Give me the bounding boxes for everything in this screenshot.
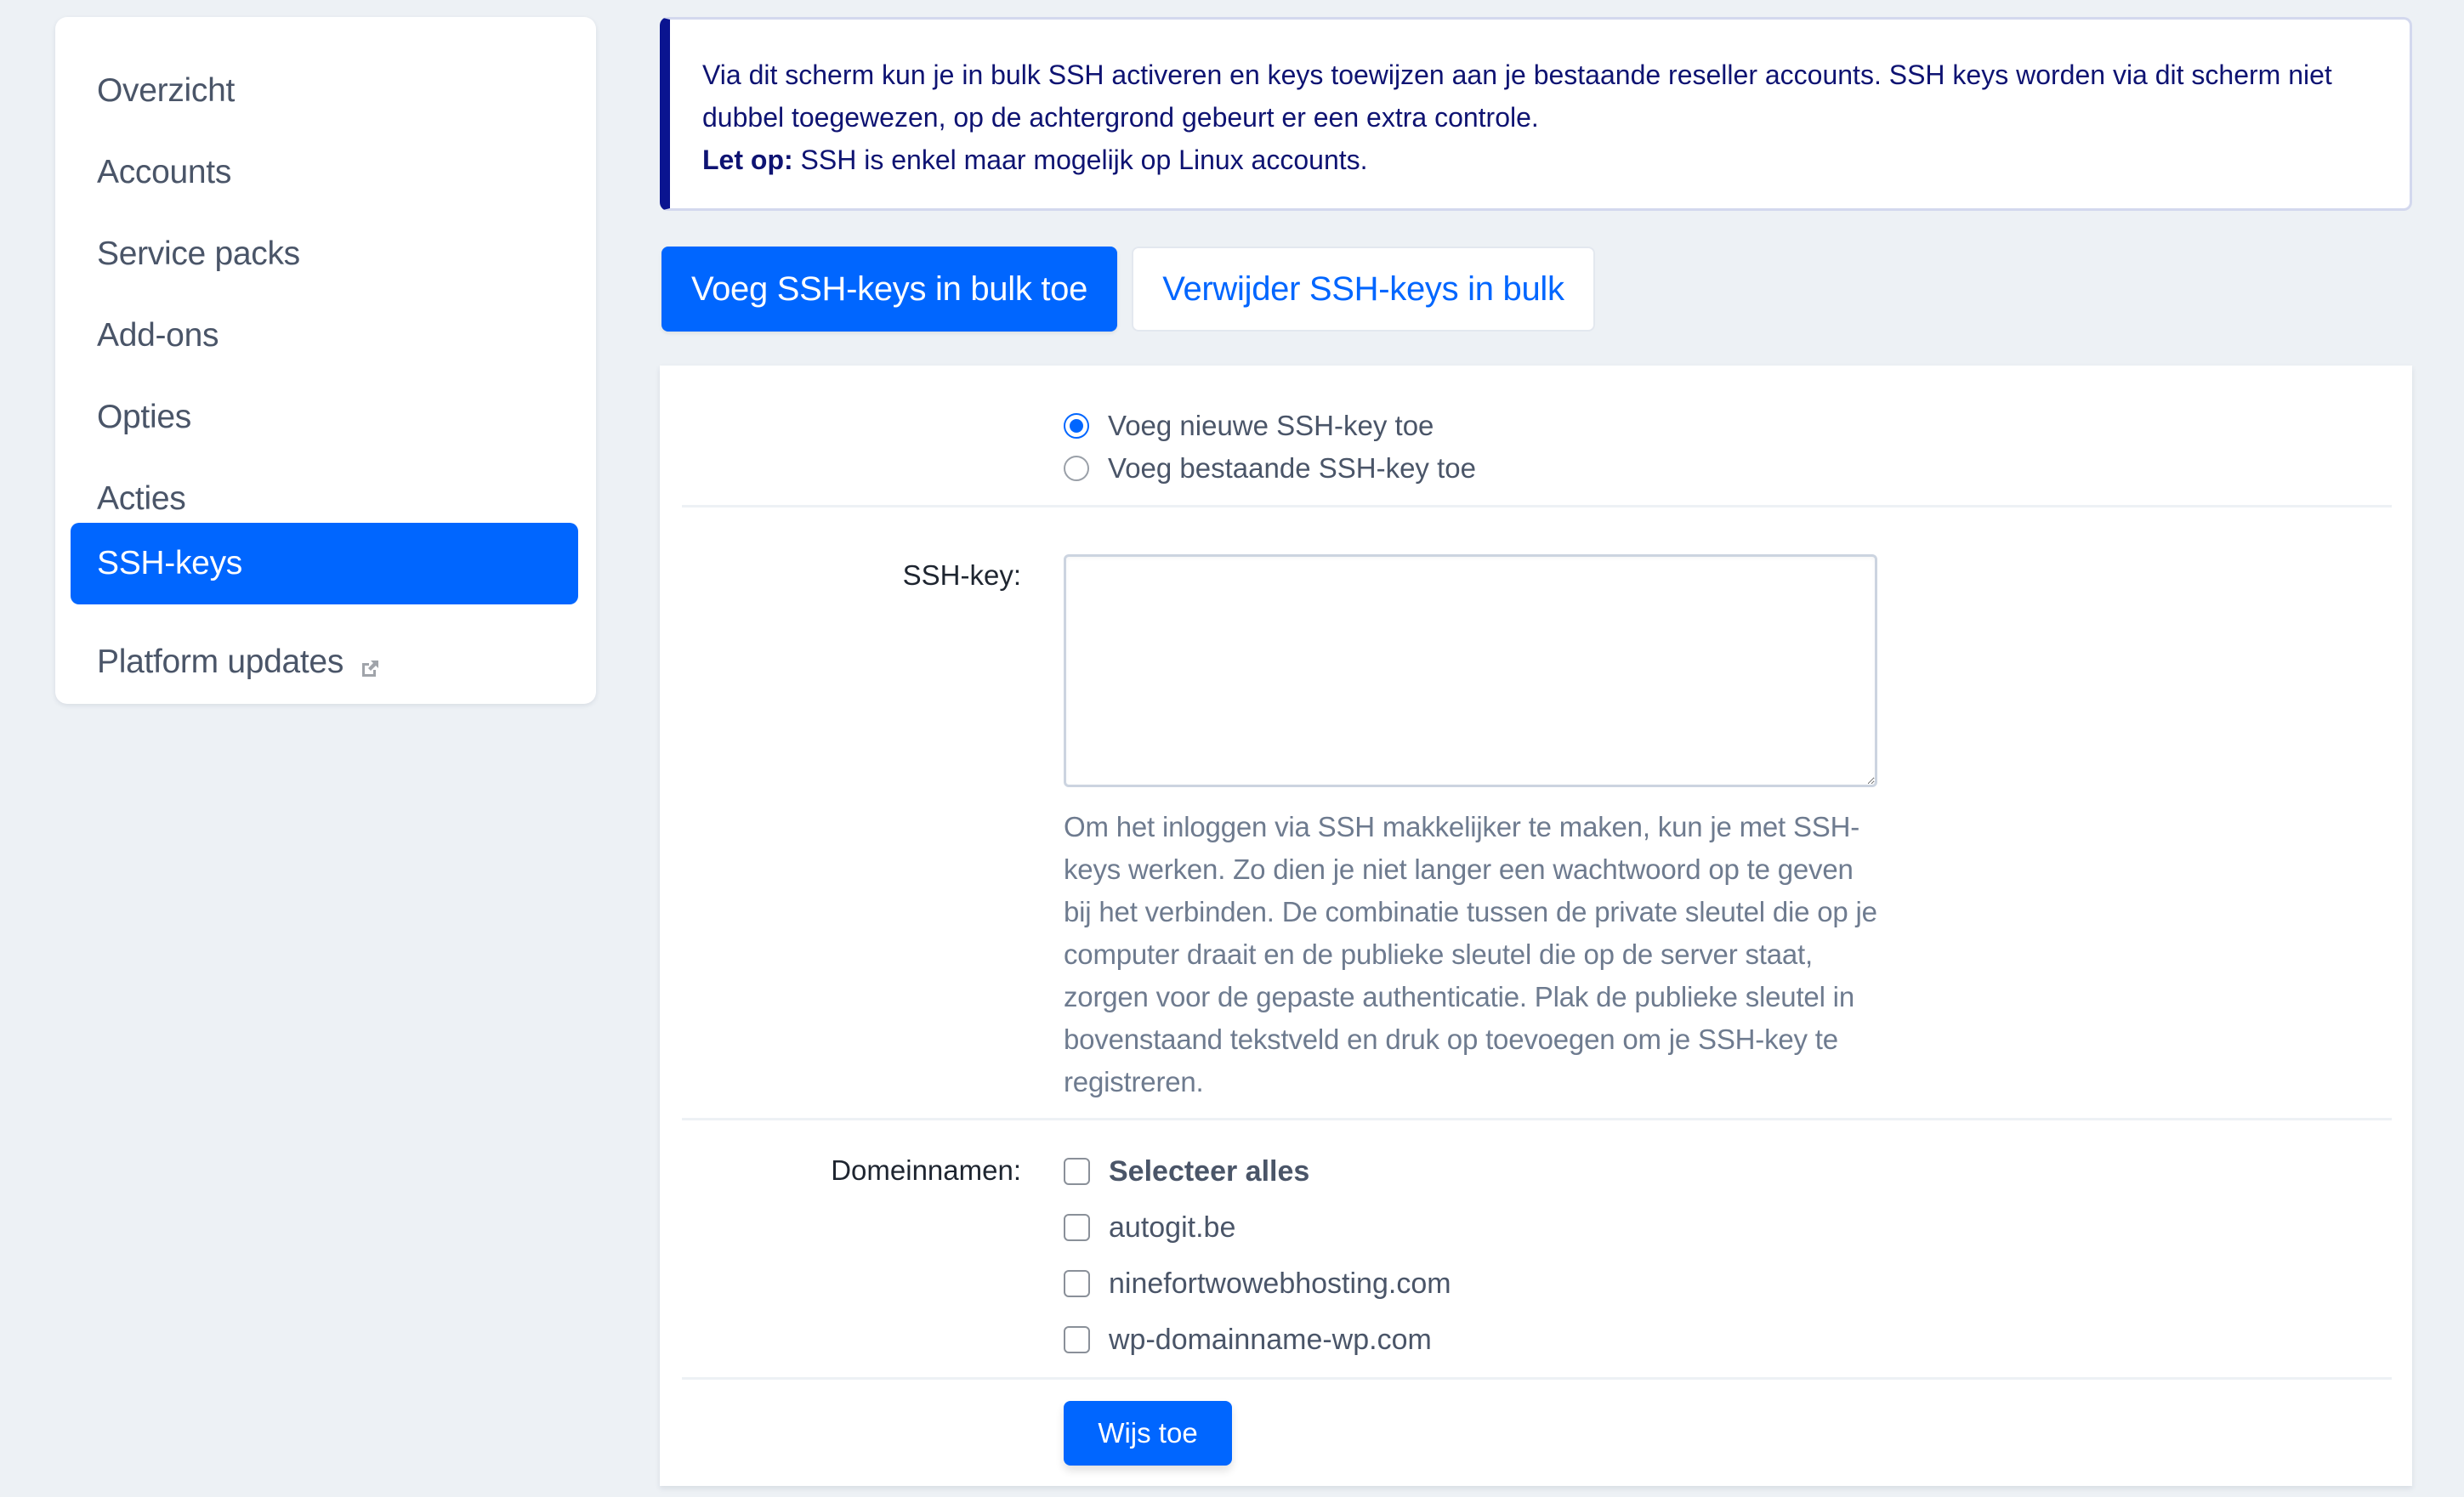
divider bbox=[682, 1377, 2392, 1380]
external-link-icon bbox=[359, 651, 381, 677]
checkbox-label: autogit.be bbox=[1109, 1211, 1236, 1244]
radio-new-ssh-key[interactable]: Voeg nieuwe SSH-key toe bbox=[1064, 407, 1434, 445]
sidebar-item-overzicht[interactable]: Overzicht bbox=[71, 50, 578, 132]
checkbox-label: wp-domainname-wp.com bbox=[1109, 1323, 1432, 1356]
sidebar-item-ssh-keys[interactable]: SSH-keys bbox=[71, 523, 578, 604]
sidebar-item-accounts[interactable]: Accounts bbox=[71, 132, 578, 213]
checkbox[interactable] bbox=[1064, 1326, 1090, 1353]
radio-button[interactable] bbox=[1064, 456, 1089, 481]
domain-checkbox-ninefortwowebhosting[interactable]: ninefortwowebhosting.com bbox=[1064, 1265, 1451, 1302]
tab-add-ssh-keys-bulk[interactable]: Voeg SSH-keys in bulk toe bbox=[661, 247, 1117, 332]
info-text: Via dit scherm kun je in bulk SSH active… bbox=[702, 60, 2332, 133]
sidebar-item-label: Opties bbox=[97, 399, 191, 435]
ssh-key-form: Voeg nieuwe SSH-key toe Voeg bestaande S… bbox=[660, 366, 2412, 1486]
checkbox[interactable] bbox=[1064, 1270, 1090, 1297]
checkbox-label: ninefortwowebhosting.com bbox=[1109, 1267, 1451, 1300]
info-alert: Via dit scherm kun je in bulk SSH active… bbox=[660, 17, 2412, 211]
sidebar-item-label: SSH-keys bbox=[97, 545, 242, 581]
radio-label: Voeg bestaande SSH-key toe bbox=[1108, 452, 1476, 484]
sidebar-item-platform-updates[interactable]: Platform updates bbox=[71, 621, 578, 703]
sidebar-nav: Overzicht Accounts Service packs Add-ons… bbox=[55, 17, 596, 704]
radio-button-checked[interactable] bbox=[1064, 413, 1089, 439]
checkbox-label: Selecteer alles bbox=[1109, 1154, 1310, 1188]
info-note-text: SSH is enkel maar mogelijk op Linux acco… bbox=[792, 145, 1368, 175]
domain-checkbox-autogit[interactable]: autogit.be bbox=[1064, 1209, 1235, 1246]
checkbox[interactable] bbox=[1064, 1214, 1090, 1241]
divider bbox=[682, 1118, 2392, 1120]
sidebar-item-label: Accounts bbox=[97, 154, 232, 190]
sidebar-item-label: Acties bbox=[97, 480, 186, 517]
tab-label: Voeg SSH-keys in bulk toe bbox=[690, 269, 1088, 308]
sidebar-item-label: Overzicht bbox=[97, 72, 236, 109]
sidebar-item-service-packs[interactable]: Service packs bbox=[71, 213, 578, 295]
tab-remove-ssh-keys-bulk[interactable]: Verwijder SSH-keys in bulk bbox=[1132, 247, 1595, 332]
sidebar-item-label: Service packs bbox=[97, 235, 300, 272]
sidebar-item-label: Platform updates bbox=[97, 644, 344, 680]
ssh-key-textarea[interactable] bbox=[1064, 554, 1877, 787]
domains-label: Domeinnamen: bbox=[831, 1154, 1021, 1186]
radio-label: Voeg nieuwe SSH-key toe bbox=[1108, 410, 1434, 441]
ssh-key-help-text: Om het inloggen via SSH makkelijker te m… bbox=[1064, 811, 1877, 1097]
checkbox[interactable] bbox=[1064, 1158, 1090, 1185]
info-note: Let op: SSH is enkel maar mogelijk op Li… bbox=[702, 139, 2410, 181]
domain-checkbox-wp-domainname[interactable]: wp-domainname-wp.com bbox=[1064, 1321, 1432, 1358]
assign-button[interactable]: Wijs toe bbox=[1064, 1401, 1232, 1466]
sidebar-item-opties[interactable]: Opties bbox=[71, 377, 578, 458]
divider bbox=[682, 505, 2392, 508]
sidebar-item-label: Add-ons bbox=[97, 317, 219, 354]
select-all-checkbox[interactable]: Selecteer alles bbox=[1064, 1153, 1309, 1190]
sidebar-item-add-ons[interactable]: Add-ons bbox=[71, 295, 578, 377]
ssh-key-label: SSH-key: bbox=[902, 559, 1021, 591]
info-note-label: Let op: bbox=[702, 145, 793, 175]
tab-label: Verwijder SSH-keys in bulk bbox=[1162, 269, 1564, 308]
radio-existing-ssh-key[interactable]: Voeg bestaande SSH-key toe bbox=[1064, 450, 1476, 487]
